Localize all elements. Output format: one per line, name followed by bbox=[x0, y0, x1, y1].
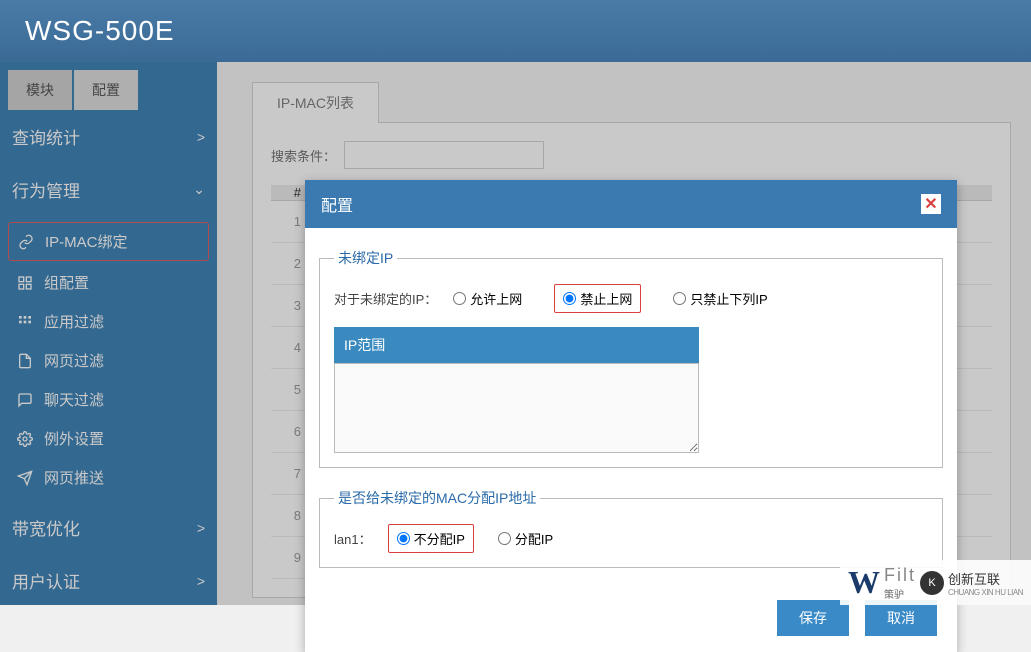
mac-assign-fieldset: 是否给未绑定的MAC分配IP地址 lan1： 不分配IP 分配IP bbox=[319, 488, 943, 568]
modal-header: 配置 ✕ bbox=[305, 180, 957, 228]
unbound-ip-fieldset: 未绑定IP 对于未绑定的IP： 允许上网 禁止上网 只禁止下列IP bbox=[319, 248, 943, 468]
mac-assign-legend: 是否给未绑定的MAC分配IP地址 bbox=[334, 488, 540, 508]
watermark: W Filt 策驴 K 创新互联 CHUANG XIN HU LIAN bbox=[840, 560, 1031, 605]
iprange-header: IP范围 bbox=[334, 327, 699, 363]
lan-radio-row: lan1： 不分配IP 分配IP bbox=[334, 524, 928, 553]
unbound-label: 对于未绑定的IP： bbox=[334, 289, 437, 308]
radio-deny-label[interactable]: 禁止上网 bbox=[563, 289, 632, 308]
app-header: WSG-500E bbox=[0, 0, 1031, 62]
watermark-logo-icon: W bbox=[848, 564, 880, 601]
cancel-button[interactable]: 取消 bbox=[865, 600, 937, 636]
watermark-badge-icon: K bbox=[920, 571, 944, 595]
watermark-sub: 策驴 bbox=[884, 586, 916, 601]
watermark-cn-sub: CHUANG XIN HU LIAN bbox=[948, 588, 1023, 597]
app-logo: WSG-500E bbox=[25, 15, 175, 47]
radio-only-label[interactable]: 只禁止下列IP bbox=[673, 289, 767, 308]
iprange-textarea[interactable] bbox=[334, 363, 699, 453]
radio-only[interactable] bbox=[673, 292, 686, 305]
unbound-radio-row: 对于未绑定的IP： 允许上网 禁止上网 只禁止下列IP bbox=[334, 284, 928, 313]
watermark-text: Filt bbox=[884, 565, 916, 586]
radio-noassign[interactable] bbox=[397, 532, 410, 545]
save-button[interactable]: 保存 bbox=[777, 600, 849, 636]
radio-noassign-label[interactable]: 不分配IP bbox=[397, 529, 465, 548]
lan-label: lan1： bbox=[334, 529, 372, 548]
close-icon[interactable]: ✕ bbox=[921, 194, 941, 214]
radio-allow-label[interactable]: 允许上网 bbox=[453, 289, 522, 308]
unbound-ip-legend: 未绑定IP bbox=[334, 248, 397, 268]
radio-deny[interactable] bbox=[563, 292, 576, 305]
radio-deny-wrapper: 禁止上网 bbox=[554, 284, 641, 313]
modal-body: 未绑定IP 对于未绑定的IP： 允许上网 禁止上网 只禁止下列IP bbox=[305, 228, 957, 596]
radio-assign[interactable] bbox=[498, 532, 511, 545]
radio-allow[interactable] bbox=[453, 292, 466, 305]
radio-noassign-wrapper: 不分配IP bbox=[388, 524, 474, 553]
radio-assign-label[interactable]: 分配IP bbox=[498, 529, 553, 548]
watermark-cn: 创新互联 bbox=[948, 569, 1023, 588]
modal-title: 配置 bbox=[321, 192, 353, 216]
